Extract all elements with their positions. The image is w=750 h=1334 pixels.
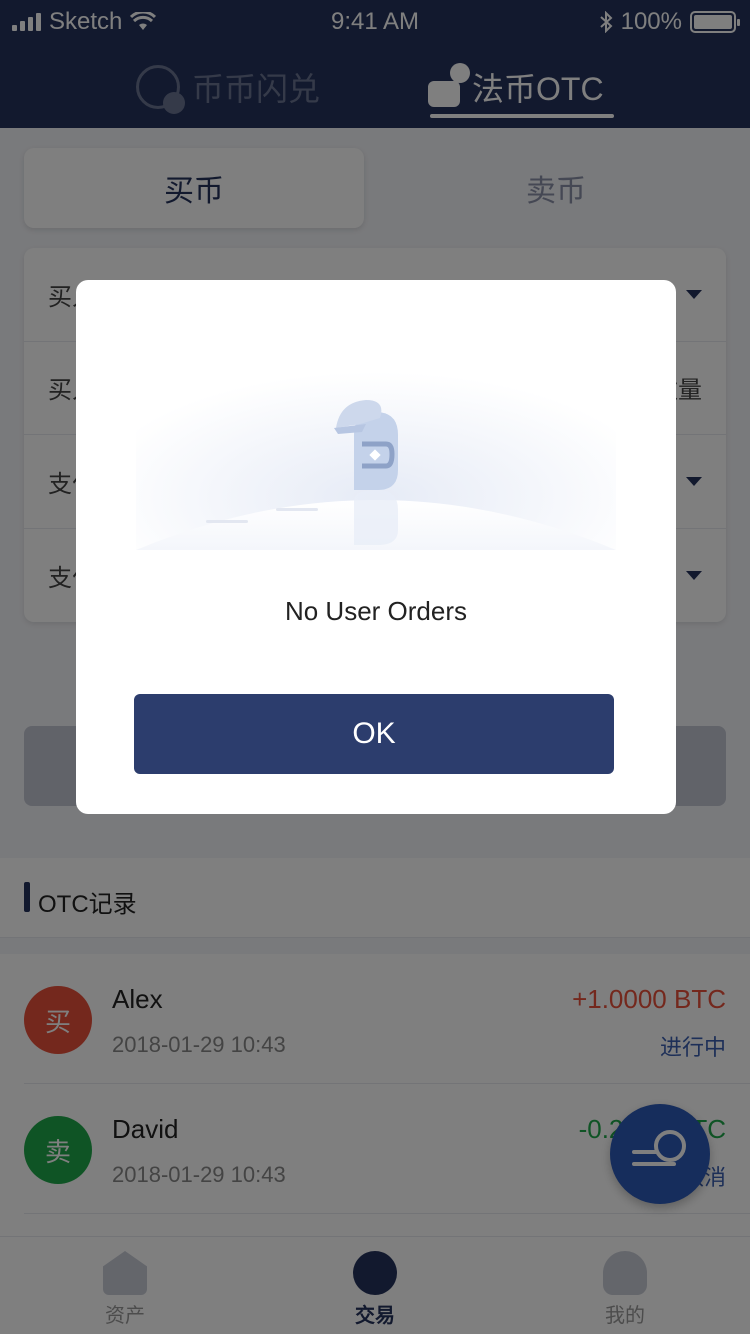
empty-orders-message: No User Orders xyxy=(284,596,468,626)
ok-button[interactable]: OK xyxy=(134,694,614,774)
empty-orders-dialog: No User Orders OK xyxy=(76,280,676,814)
empty-orders-illustration xyxy=(136,340,616,550)
